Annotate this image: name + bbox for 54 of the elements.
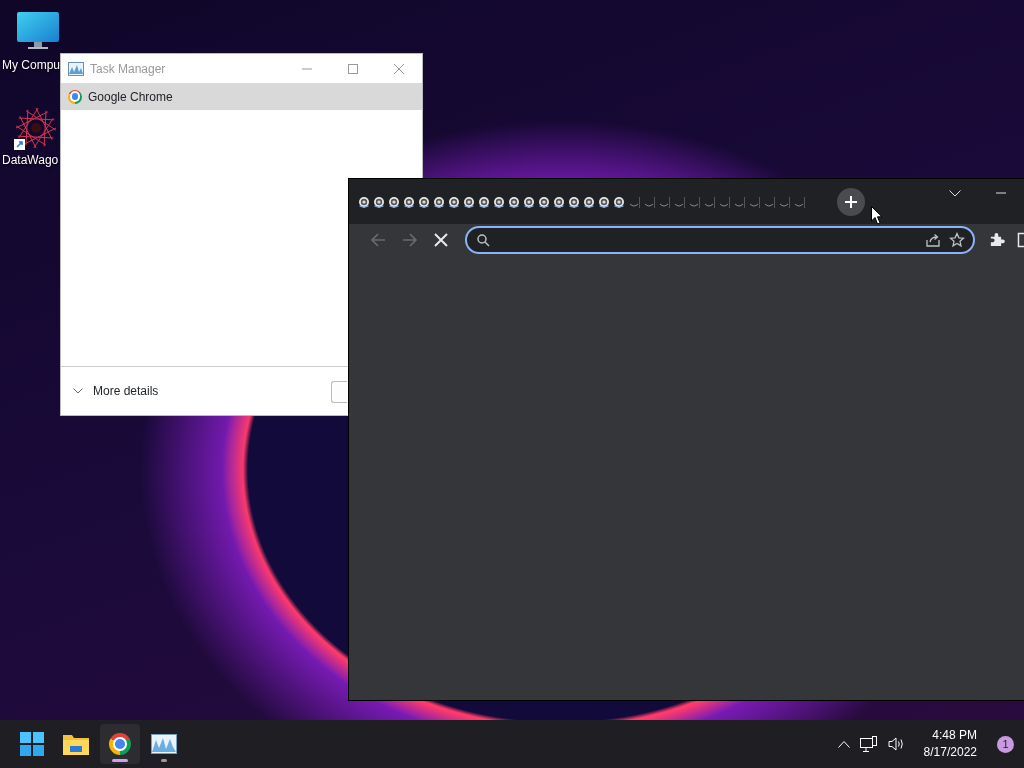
share-icon[interactable]	[925, 232, 942, 248]
search-icon	[477, 233, 491, 247]
loading-favicon-icon	[522, 194, 535, 209]
loading-favicon-icon	[477, 194, 490, 209]
loading-favicon-icon	[537, 194, 550, 209]
loading-favicon-icon	[462, 194, 475, 209]
taskbar-button[interactable]	[100, 724, 140, 764]
loading-favicon-icon	[357, 194, 370, 209]
clock-date[interactable]: 8/17/2022	[923, 744, 977, 761]
icon-label: My Compu	[1, 57, 60, 74]
window-title: Task Manager	[90, 60, 166, 78]
network-icon[interactable]	[859, 736, 878, 752]
chevron-up-icon[interactable]	[837, 740, 850, 748]
chevron-down-icon	[73, 388, 83, 394]
loading-favicon-icon	[387, 194, 400, 209]
maximize-icon	[348, 63, 358, 74]
star-icon[interactable]	[949, 232, 966, 248]
loading-favicon-icon	[597, 194, 610, 209]
minimize-icon	[996, 192, 1006, 194]
plus-icon	[845, 195, 857, 208]
close-icon	[394, 63, 404, 74]
back-icon	[369, 232, 386, 248]
loading-favicon-icon	[432, 194, 445, 209]
more-details-link[interactable]: More details	[93, 382, 159, 400]
folder-icon	[63, 733, 89, 755]
forward-icon	[401, 232, 418, 248]
loading-favicon-icon	[567, 194, 580, 209]
app-name: Google Chrome	[88, 88, 173, 106]
windows-logo-icon	[20, 732, 44, 756]
stop-icon	[433, 232, 450, 248]
loading-favicon-icon	[582, 194, 595, 209]
chrome-logo-icon	[109, 733, 131, 755]
icon-label: DataWago	[1, 152, 59, 169]
new-tab-button[interactable]	[837, 187, 865, 216]
loading-favicon-icon	[417, 194, 430, 209]
speaker-icon[interactable]	[887, 736, 906, 752]
puzzle-icon	[989, 232, 1006, 248]
notification-badge[interactable]: 1	[997, 735, 1014, 753]
loading-favicon-icon	[552, 194, 565, 209]
chart-icon	[151, 734, 177, 754]
loading-favicon-icon	[507, 194, 520, 209]
loading-favicon-icon	[402, 194, 415, 209]
chrome-logo-icon	[68, 89, 82, 104]
mouse-cursor-icon	[871, 206, 883, 225]
chart-icon	[68, 61, 84, 76]
address-bar[interactable]	[465, 226, 976, 254]
clock-time[interactable]: 4:48 PM	[932, 727, 977, 744]
loading-favicon-icon	[372, 194, 385, 209]
chevron-down-icon	[949, 189, 961, 197]
loading-favicon-icon	[447, 194, 460, 209]
loading-favicon-icon	[492, 194, 505, 209]
app-row[interactable]: Google Chrome	[61, 83, 422, 110]
side-panel-icon[interactable]	[1017, 232, 1024, 248]
loading-favicon-icon	[612, 194, 625, 209]
